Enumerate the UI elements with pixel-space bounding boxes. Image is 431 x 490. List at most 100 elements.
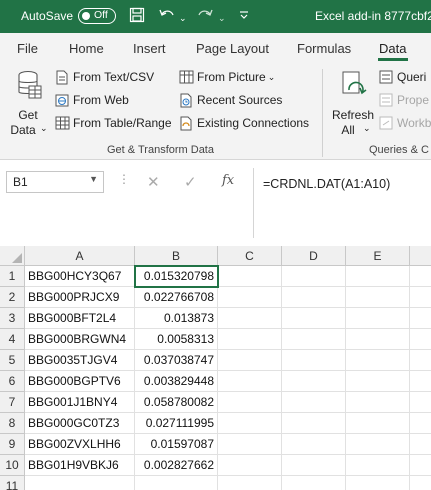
grid-cell[interactable] [135,476,218,490]
properties-button[interactable]: Prope [379,93,429,107]
existing-connections-button[interactable]: Existing Connections [179,116,309,131]
grid-cell[interactable] [218,476,282,490]
select-all-button[interactable] [0,246,25,266]
grid-cell[interactable]: 0.015320798 [135,266,218,287]
tab-formulas[interactable]: Formulas [297,41,351,56]
recent-sources-button[interactable]: Recent Sources [179,93,282,108]
tab-page-layout[interactable]: Page Layout [196,41,269,56]
grid-cell[interactable]: 0.0058313 [135,329,218,350]
column-header-e[interactable]: E [346,246,410,266]
grid-cell[interactable] [346,413,410,434]
grid-cell[interactable] [346,329,410,350]
grid-cell[interactable] [346,308,410,329]
undo-dropdown-icon[interactable]: ⌄ [179,9,187,27]
tab-data[interactable]: Data [379,41,406,56]
grid-cell[interactable] [25,476,135,490]
grid-cell[interactable] [346,350,410,371]
grid-cell[interactable] [218,434,282,455]
grid-cell[interactable] [282,371,346,392]
row-header[interactable]: 4 [0,329,25,350]
name-box[interactable]: B1 ▼ [6,171,104,193]
grid-cell[interactable]: 0.01597087 [135,434,218,455]
column-header-c[interactable]: C [218,246,282,266]
grid-cell[interactable] [410,434,431,455]
grid-cell[interactable] [218,287,282,308]
tab-insert[interactable]: Insert [133,41,166,56]
from-web-button[interactable]: From Web [55,93,129,107]
grid-cell[interactable]: BBG0035TJGV4 [25,350,135,371]
grid-cell[interactable] [410,455,431,476]
grid-cell[interactable] [218,308,282,329]
grid-cell[interactable] [282,434,346,455]
grid-cell[interactable] [282,266,346,287]
grid-cell[interactable]: 0.027111995 [135,413,218,434]
grid-cell[interactable] [282,392,346,413]
formula-bar-grip-icon[interactable]: ⋮ [118,172,130,186]
grid-cell[interactable]: 0.022766708 [135,287,218,308]
column-header-d[interactable]: D [282,246,346,266]
grid-cell[interactable] [346,455,410,476]
redo-dropdown-icon[interactable]: ⌄ [218,9,226,27]
grid-cell[interactable] [282,308,346,329]
tab-home[interactable]: Home [69,41,104,56]
grid-cell[interactable] [410,287,431,308]
grid-cell[interactable] [282,476,346,490]
get-data-button[interactable]: Get Data ⌄ [6,68,50,138]
insert-function-icon[interactable]: fx [222,173,234,188]
grid-cell[interactable] [410,413,431,434]
grid-cell[interactable] [282,455,346,476]
grid-cell[interactable] [218,413,282,434]
grid-cell[interactable] [282,287,346,308]
grid-cell[interactable] [282,350,346,371]
grid-cell[interactable]: BBG000BRGWN4 [25,329,135,350]
formula-input[interactable]: =CRDNL.DAT(A1:A10) [253,168,431,238]
grid-cell[interactable] [218,266,282,287]
customize-toolbar-icon[interactable] [238,7,250,28]
from-picture-button[interactable]: From Picture ⌄ [179,70,275,84]
column-header-b[interactable]: B [135,246,218,266]
grid-cell[interactable]: BBG000BFT2L4 [25,308,135,329]
enter-icon[interactable]: ✓ [184,173,197,191]
grid-cell[interactable] [282,329,346,350]
grid-cell[interactable] [218,392,282,413]
grid-cell[interactable] [218,455,282,476]
row-header[interactable]: 5 [0,350,25,371]
redo-icon[interactable] [196,7,214,28]
row-header[interactable]: 9 [0,434,25,455]
grid-cell[interactable] [410,350,431,371]
grid-cell[interactable] [218,371,282,392]
grid-cell[interactable] [410,266,431,287]
row-header[interactable]: 2 [0,287,25,308]
workbook-links-button[interactable]: Workb [379,116,431,130]
grid-cell[interactable]: 0.002827662 [135,455,218,476]
grid-cell[interactable] [218,350,282,371]
row-header[interactable]: 10 [0,455,25,476]
row-header[interactable]: 8 [0,413,25,434]
undo-icon[interactable] [158,7,176,28]
row-header[interactable]: 7 [0,392,25,413]
from-text-csv-button[interactable]: From Text/CSV [55,70,154,85]
grid-cell[interactable] [282,413,346,434]
grid-cell[interactable] [410,329,431,350]
grid-cell[interactable]: 0.058780082 [135,392,218,413]
grid-cell[interactable] [346,287,410,308]
name-box-chevron-icon[interactable]: ▼ [89,174,98,184]
cancel-icon[interactable]: ✕ [147,173,160,191]
grid-cell[interactable] [410,476,431,490]
row-header[interactable]: 6 [0,371,25,392]
grid-cell[interactable] [410,308,431,329]
grid-cell[interactable] [346,476,410,490]
column-header-f[interactable] [410,246,431,266]
grid-cell[interactable] [410,371,431,392]
grid-cell[interactable]: BBG000PRJCX9 [25,287,135,308]
grid-cell[interactable] [346,434,410,455]
grid-cell[interactable] [218,329,282,350]
tab-file[interactable]: File [17,41,38,56]
row-header[interactable]: 3 [0,308,25,329]
grid-cell[interactable]: 0.013873 [135,308,218,329]
refresh-all-button[interactable]: Refresh All ⌄ [330,68,376,138]
grid-cell[interactable]: BBG00HCY3Q67 [25,266,135,287]
save-icon[interactable] [129,7,145,28]
grid-cell[interactable]: BBG01H9VBKJ6 [25,455,135,476]
grid-cell[interactable] [410,392,431,413]
